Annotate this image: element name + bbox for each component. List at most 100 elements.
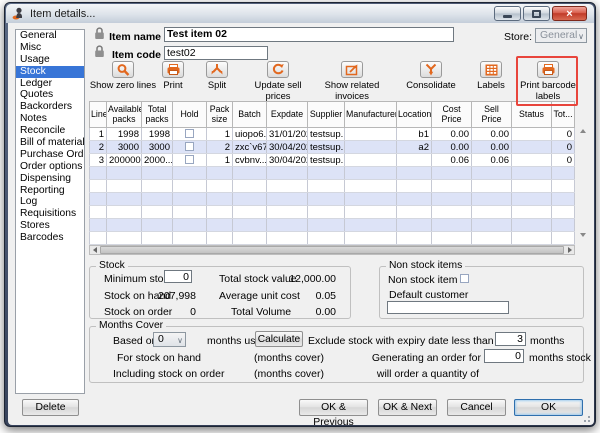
col-expdate[interactable]: Expdate: [267, 102, 308, 128]
scroll-left-arrow[interactable]: [90, 246, 99, 254]
sidebar-item-general[interactable]: General: [16, 30, 84, 42]
sidebar-item-order-options[interactable]: Order options: [16, 161, 84, 173]
col-batch[interactable]: Batch: [233, 102, 267, 128]
sidebar-item-barcodes[interactable]: Barcodes: [16, 232, 84, 244]
col-total-packs[interactable]: Total packs: [142, 102, 173, 128]
chevron-down-icon: ∨: [578, 30, 584, 43]
sidebar-item-purchase-orders[interactable]: Purchase Orders: [16, 149, 84, 161]
col-available-packs[interactable]: Available packs: [107, 102, 142, 128]
grid-labels-icon: [480, 61, 502, 78]
based-on-select[interactable]: 0 ∨: [153, 332, 186, 347]
resize-grip-icon[interactable]: [581, 413, 591, 423]
sidebar-item-reconcile[interactable]: Reconcile: [16, 125, 84, 137]
table-row-empty[interactable]: [90, 193, 575, 206]
minimize-button[interactable]: [494, 6, 521, 21]
table-row-empty[interactable]: [90, 180, 575, 193]
sidebar-item-backorders[interactable]: Backorders: [16, 101, 84, 113]
item-name-input[interactable]: Test item 02: [164, 27, 454, 42]
hold-checkbox[interactable]: [185, 155, 194, 164]
stock-on-hand-value: 207,998: [138, 290, 196, 302]
item-details-window: Item details... × General Misc Usage Sto…: [4, 2, 596, 427]
merge-arrows-icon: [420, 61, 442, 78]
including-stock-label: Including stock on order: [113, 368, 201, 380]
total-volume-value: 0.00: [278, 306, 336, 318]
sidebar: General Misc Usage Stock Ledger Quotes B…: [15, 29, 85, 394]
refresh-icon: [267, 61, 289, 78]
sidebar-item-quotes[interactable]: Quotes: [16, 89, 84, 101]
col-manufacturer[interactable]: Manufacturer: [345, 102, 397, 128]
consolidate-button[interactable]: Consolidate: [397, 61, 465, 91]
minimum-stock-input[interactable]: 0: [164, 270, 192, 283]
col-total[interactable]: Tot...: [552, 102, 575, 128]
title-bar[interactable]: Item details... ×: [6, 4, 594, 23]
ok-previous-button[interactable]: OK & Previous: [299, 399, 368, 416]
printer-icon: [162, 61, 184, 78]
sidebar-item-usage[interactable]: Usage: [16, 54, 84, 66]
table-row[interactable]: 2 3000 3000 2 zxc`v67 30/04/2023 testsup…: [90, 141, 575, 154]
table-row-empty[interactable]: [90, 219, 575, 232]
scrollbar-thumb[interactable]: [100, 246, 564, 254]
cancel-button[interactable]: Cancel: [447, 399, 506, 416]
stock-on-order-value: 0: [138, 306, 196, 318]
table-row[interactable]: 3 200000 2000... 1 cvbnv... 30/04/2024 t…: [90, 154, 575, 167]
sidebar-item-misc[interactable]: Misc: [16, 42, 84, 54]
col-cost-price[interactable]: Cost Price: [432, 102, 472, 128]
sidebar-item-dispensing[interactable]: Dispensing: [16, 173, 84, 185]
horizontal-scrollbar[interactable]: [89, 245, 575, 255]
update-sell-prices-button[interactable]: Update sell prices: [242, 61, 314, 101]
table-row[interactable]: 1 1998 1998 1 uiopo6... 31/01/2020 tests…: [90, 128, 575, 141]
sidebar-item-stores[interactable]: Stores: [16, 220, 84, 232]
hold-checkbox[interactable]: [185, 129, 194, 138]
calculate-button[interactable]: Calculate: [255, 331, 303, 347]
scroll-right-arrow[interactable]: [565, 246, 574, 254]
sidebar-item-requisitions[interactable]: Requisitions: [16, 208, 84, 220]
for-stock-on-hand-label: For stock on hand: [113, 352, 201, 364]
sidebar-item-ledger[interactable]: Ledger: [16, 78, 84, 90]
col-sell-price[interactable]: Sell Price: [472, 102, 512, 128]
non-stock-item-checkbox[interactable]: [460, 274, 469, 283]
total-stock-value: 12,000.00: [278, 273, 336, 285]
table-row-empty[interactable]: [90, 232, 575, 245]
exclude-expiry-label: Exclude stock with expiry date less than: [308, 335, 491, 347]
sidebar-item-reporting[interactable]: Reporting: [16, 185, 84, 197]
generating-order-label: Generating an order for: [338, 352, 481, 364]
split-button[interactable]: Split: [183, 61, 251, 91]
months-cover-group-legend: Months Cover: [96, 320, 166, 331]
split-arrows-icon: [206, 61, 228, 78]
col-line[interactable]: Line: [90, 102, 107, 128]
exclude-expiry-input[interactable]: 3: [495, 332, 526, 346]
close-icon: ×: [566, 8, 572, 20]
default-customer-input[interactable]: [387, 301, 509, 314]
scroll-down-arrow[interactable]: [578, 231, 588, 239]
col-supplier[interactable]: Supplier: [308, 102, 345, 128]
store-select[interactable]: General ∨: [535, 28, 587, 43]
table-row-empty[interactable]: [90, 167, 575, 180]
col-location[interactable]: Location: [397, 102, 432, 128]
stock-table-body: 1 1998 1998 1 uiopo6... 31/01/2020 tests…: [90, 128, 575, 245]
scroll-up-arrow[interactable]: [578, 127, 588, 135]
sidebar-item-bill-of-materials[interactable]: Bill of materials: [16, 137, 84, 149]
sidebar-item-log[interactable]: Log: [16, 196, 84, 208]
col-pack-size[interactable]: Pack size: [207, 102, 233, 128]
magnifier-icon: [112, 61, 134, 78]
minimize-icon: [503, 15, 512, 18]
screenshot-stage: Item details... × General Misc Usage Sto…: [0, 0, 600, 433]
maximize-button[interactable]: [523, 6, 550, 21]
hold-checkbox[interactable]: [185, 142, 194, 151]
item-code-input[interactable]: test02: [164, 46, 268, 60]
close-button[interactable]: ×: [552, 6, 587, 21]
col-status[interactable]: Status: [512, 102, 552, 128]
show-related-invoices-button[interactable]: Show related invoices: [308, 61, 396, 101]
sidebar-item-notes[interactable]: Notes: [16, 113, 84, 125]
ok-button[interactable]: OK: [514, 399, 583, 416]
print-barcode-labels-button[interactable]: Print barcode labels: [519, 61, 577, 101]
labels-button[interactable]: Labels: [463, 61, 519, 91]
months-label: months: [530, 335, 564, 347]
table-row-empty[interactable]: [90, 206, 575, 219]
generating-order-input[interactable]: 0: [484, 349, 524, 363]
col-hold[interactable]: Hold: [173, 102, 207, 128]
delete-button[interactable]: Delete: [22, 399, 79, 416]
sidebar-item-stock[interactable]: Stock: [16, 66, 84, 78]
store-label: Store:: [504, 31, 532, 43]
ok-next-button[interactable]: OK & Next: [378, 399, 437, 416]
